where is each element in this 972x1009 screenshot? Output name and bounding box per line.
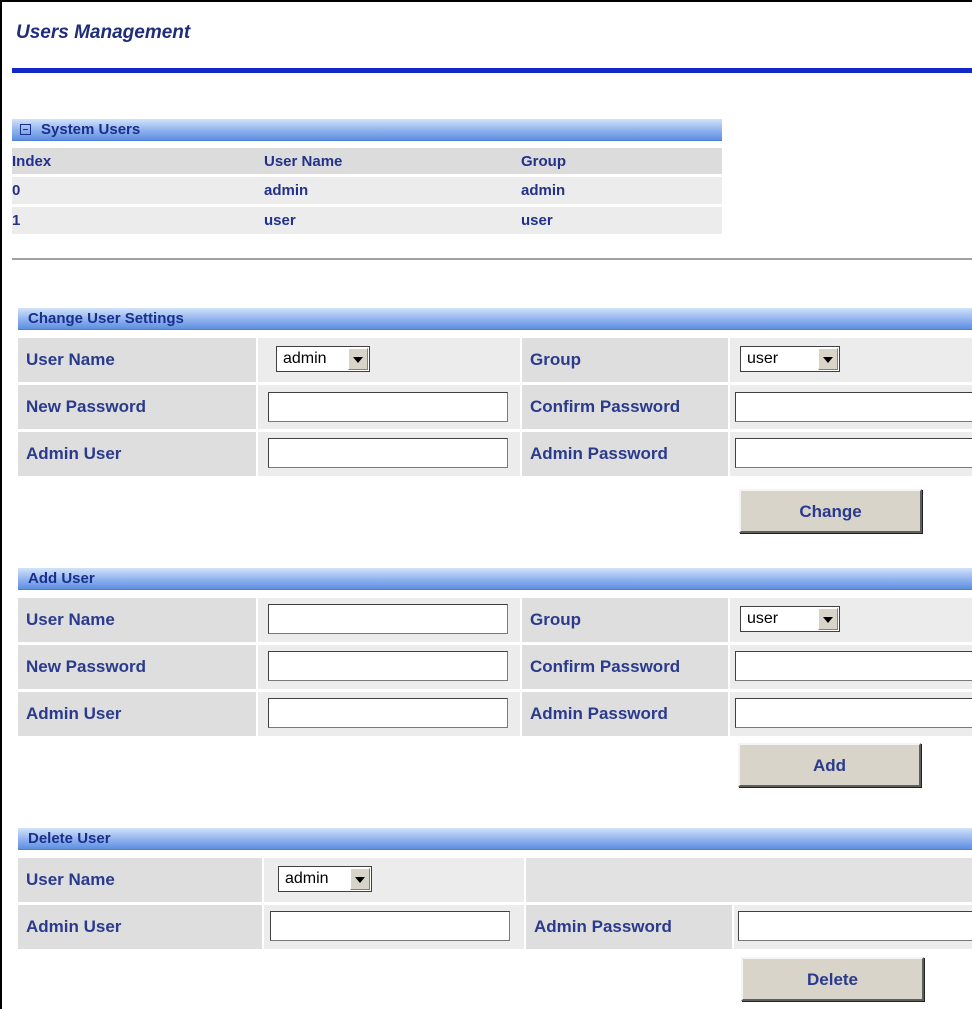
add-user-title: Add User	[28, 570, 95, 587]
row-user-name: admin	[264, 175, 521, 207]
column-header-group: Group	[521, 148, 722, 177]
title-divider	[12, 68, 972, 73]
change-user-name-label: User Name	[18, 338, 256, 382]
delete-admin-user-label: Admin User	[18, 905, 262, 949]
change-group-select-value: user	[747, 350, 779, 367]
delete-empty-cell	[526, 858, 972, 902]
change-group-select[interactable]: user	[740, 346, 840, 372]
change-user-name-select-value: admin	[283, 350, 327, 367]
chevron-down-icon[interactable]	[818, 348, 838, 370]
row-user-name: user	[264, 205, 521, 237]
add-button[interactable]: Add	[738, 743, 921, 787]
table-header-row: Index User Name Group	[12, 148, 722, 177]
chevron-down-icon[interactable]	[348, 348, 368, 370]
row-group: admin	[521, 175, 722, 207]
add-confirm-password-label: Confirm Password	[522, 645, 728, 689]
add-new-password-input[interactable]	[268, 651, 508, 681]
add-group-label: Group	[522, 598, 728, 642]
chevron-down-icon[interactable]	[350, 868, 370, 890]
delete-user-title: Delete User	[28, 830, 111, 847]
delete-admin-user-input[interactable]	[270, 911, 510, 941]
add-user-header: Add User	[18, 568, 972, 590]
system-users-header[interactable]: System Users	[12, 119, 722, 141]
system-users-table: Index User Name Group 0 admin admin 1 us…	[12, 148, 722, 237]
change-user-name-select[interactable]: admin	[276, 346, 370, 372]
table-row: 1 user user	[12, 205, 722, 237]
system-users-title: System Users	[41, 121, 141, 138]
change-button[interactable]: Change	[739, 489, 922, 533]
change-new-password-label: New Password	[18, 385, 256, 429]
delete-admin-password-label: Admin Password	[526, 905, 732, 949]
change-admin-user-label: Admin User	[18, 432, 256, 476]
row-index: 1	[12, 205, 264, 237]
change-admin-password-label: Admin Password	[522, 432, 728, 476]
delete-user-name-label: User Name	[18, 858, 262, 902]
row-index: 0	[12, 175, 264, 207]
column-header-index: Index	[12, 148, 264, 177]
column-header-user-name: User Name	[264, 148, 521, 177]
delete-user-name-select[interactable]: admin	[278, 866, 372, 892]
change-user-header: Change User Settings	[18, 308, 972, 330]
change-user-title: Change User Settings	[28, 310, 184, 327]
add-confirm-password-input[interactable]	[735, 651, 972, 681]
add-group-select[interactable]: user	[740, 606, 840, 632]
section-divider	[12, 258, 972, 260]
change-group-label: Group	[522, 338, 728, 382]
add-group-select-value: user	[747, 610, 779, 627]
add-user-name-input[interactable]	[268, 604, 508, 634]
change-admin-user-input[interactable]	[268, 438, 508, 468]
add-admin-password-input[interactable]	[735, 698, 972, 728]
delete-admin-password-input[interactable]	[738, 911, 972, 941]
delete-user-header: Delete User	[18, 828, 972, 850]
add-admin-password-label: Admin Password	[522, 692, 728, 736]
change-admin-password-input[interactable]	[735, 438, 972, 468]
change-new-password-input[interactable]	[268, 392, 508, 422]
add-admin-user-label: Admin User	[18, 692, 256, 736]
row-group: user	[521, 205, 722, 237]
delete-button[interactable]: Delete	[741, 957, 924, 1001]
collapse-minus-icon[interactable]	[20, 124, 31, 135]
add-user-name-label: User Name	[18, 598, 256, 642]
chevron-down-icon[interactable]	[818, 608, 838, 630]
page-frame: Users Management System Users Index User…	[0, 0, 972, 1009]
change-confirm-password-label: Confirm Password	[522, 385, 728, 429]
table-row: 0 admin admin	[12, 175, 722, 207]
add-new-password-label: New Password	[18, 645, 256, 689]
delete-user-name-select-value: admin	[285, 870, 329, 887]
change-confirm-password-input[interactable]	[735, 392, 972, 422]
page-title: Users Management	[16, 22, 191, 43]
add-admin-user-input[interactable]	[268, 698, 508, 728]
